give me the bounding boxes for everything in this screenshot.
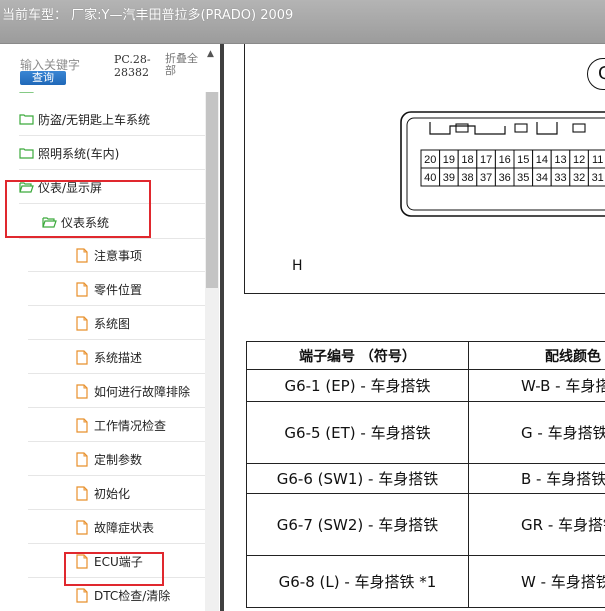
tree-item-label: 系统图 (94, 316, 131, 331)
pin-number: 34 (536, 172, 548, 184)
pin-number: 37 (480, 172, 492, 184)
terminal-cell: G6-6 (SW1) - 车身搭铁 (246, 463, 469, 494)
tree-item-label: 初始化 (94, 486, 131, 501)
document-icon (76, 417, 88, 433)
wire-color-cell: W-B - 车身搭铁 (468, 369, 605, 402)
document-icon (76, 451, 88, 467)
pin-number: 35 (517, 172, 529, 184)
tree-item-label: 系统描述 (94, 350, 143, 365)
pin-number: 19 (443, 154, 455, 166)
tree-item-label: 如何进行故障排除 (94, 384, 191, 399)
tree-item[interactable]: 注意事项 (28, 238, 205, 272)
folder-icon (19, 148, 34, 159)
column-header-wire-color: 配线颜色 (468, 341, 605, 370)
tree-item-label: 定制参数 (94, 452, 143, 467)
table-row: G6-1 (EP) - 车身搭铁W-B - 车身搭铁 (246, 369, 605, 402)
tree-item-label: 注意事项 (94, 248, 143, 263)
view-direction-label: H (292, 258, 303, 274)
document-icon (76, 315, 88, 331)
connector-drawing: 2019181716151413121110403938373635343332… (400, 111, 605, 217)
pin-number: 18 (461, 154, 473, 166)
tree-item-label: DTC检查/清除 (94, 588, 171, 603)
document-icon (76, 587, 88, 603)
tree-item[interactable]: 照明系统(车内) (19, 136, 205, 170)
scrollbar-thumb[interactable] (206, 92, 218, 288)
tree-item-label: 照明系统(车内) (38, 146, 120, 161)
window-title: 当前车型： 厂家:Y—汽丰田普拉多(PRADO) 2009 (2, 8, 294, 23)
tree-item[interactable]: 工作情况检查 (28, 408, 205, 442)
wire-color-cell: GR - 车身搭铁 (468, 493, 605, 556)
pin-number: 15 (517, 154, 529, 166)
terminal-cell: G6-7 (SW2) - 车身搭铁 (246, 493, 469, 556)
tree-item[interactable]: 定制参数 (28, 442, 205, 476)
terminal-cell: G6-5 (ET) - 车身搭铁 (246, 401, 469, 464)
pin-number: 20 (424, 154, 436, 166)
connector-diagram: G6 2019181716151413121110403938373635343… (244, 44, 605, 294)
collapse-all-button[interactable]: 折叠全部 (165, 53, 203, 77)
tree-item[interactable]: 防盗/无钥匙上车系统 (19, 102, 205, 136)
title-bar: 当前车型： 厂家:Y—汽丰田普拉多(PRADO) 2009 (0, 0, 605, 44)
pin-number: 13 (554, 154, 566, 166)
table-row: G6-7 (SW2) - 车身搭铁GR - 车身搭铁 (246, 493, 605, 556)
highlight-ecu-terminal (64, 552, 164, 586)
tree-item-label: 防盗/无钥匙上车系统 (38, 112, 151, 127)
document-icon (76, 247, 88, 263)
table-row: G6-6 (SW1) - 车身搭铁 B - 车身搭铁 (246, 463, 605, 494)
tree-item-label: … (38, 92, 50, 94)
document-icon (76, 349, 88, 365)
document-icon (76, 519, 88, 535)
pin-number: 40 (424, 172, 436, 184)
table-header-row: 端子编号 （符号） 配线颜色 (246, 341, 605, 370)
pin-number: 12 (573, 154, 585, 166)
highlight-instrument-group (5, 180, 151, 238)
pin-number: 33 (554, 172, 566, 184)
scroll-up-arrow-icon[interactable]: ▲ (207, 49, 214, 59)
pin-number: 39 (443, 172, 455, 184)
wire-color-cell: W - 车身搭铁 (468, 555, 605, 608)
pin-number: 32 (573, 172, 585, 184)
tree-item[interactable]: 如何进行故障排除 (28, 374, 205, 408)
tree-item[interactable]: 系统描述 (28, 340, 205, 374)
tree-scrollbar[interactable] (205, 92, 219, 611)
search-toolbar: 输入关键字 查询 PC.28-28382 折叠全部 ▲ (0, 44, 220, 92)
pin-number: 17 (480, 154, 492, 166)
pin-number: 38 (461, 172, 473, 184)
pin-number: 14 (536, 154, 548, 166)
document-icon (76, 281, 88, 297)
tree-item[interactable]: 零件位置 (28, 272, 205, 306)
pin-number: 36 (499, 172, 511, 184)
tree-item-label: 故障症状表 (94, 520, 155, 535)
pin-number: 31 (592, 172, 604, 184)
folder-icon (19, 114, 34, 125)
navigation-tree: …防盗/无钥匙上车系统照明系统(车内)仪表/显示屏仪表系统注意事项零件位置系统图… (0, 92, 205, 611)
column-header-terminal: 端子编号 （符号） (246, 341, 469, 370)
terminal-cell: G6-1 (EP) - 车身搭铁 (246, 369, 469, 402)
wire-color-cell: B - 车身搭铁 (468, 463, 605, 494)
document-code: PC.28-28382 (114, 53, 151, 79)
document-icon (76, 383, 88, 399)
tree-item-label: 工作情况检查 (94, 418, 167, 433)
document-icon (76, 485, 88, 501)
tree-item[interactable]: 系统图 (28, 306, 205, 340)
folder-icon (19, 92, 34, 93)
table-row: G6-8 (L) - 车身搭铁 *1 W - 车身搭铁 (246, 555, 605, 608)
navigation-panel: 输入关键字 查询 PC.28-28382 折叠全部 ▲ … 防盗/无钥匙上车系统照… (0, 44, 220, 611)
pin-number: 11 (592, 154, 603, 166)
tree-item[interactable]: 初始化 (28, 476, 205, 510)
tree-item[interactable]: 故障症状表 (28, 510, 205, 544)
document-view: G6 2019181716151413121110403938373635343… (224, 44, 605, 611)
tree-item-label: 零件位置 (94, 282, 143, 297)
pin-number: 16 (499, 154, 511, 166)
table-row: G6-5 (ET) - 车身搭铁 G - 车身搭铁 (246, 401, 605, 464)
terminal-cell: G6-8 (L) - 车身搭铁 *1 (246, 555, 469, 608)
query-button[interactable]: 查询 (20, 71, 66, 85)
terminal-table: 端子编号 （符号） 配线颜色 G6-1 (EP) - 车身搭铁W-B - 车身搭… (246, 341, 605, 608)
wire-color-cell: G - 车身搭铁 (468, 401, 605, 464)
